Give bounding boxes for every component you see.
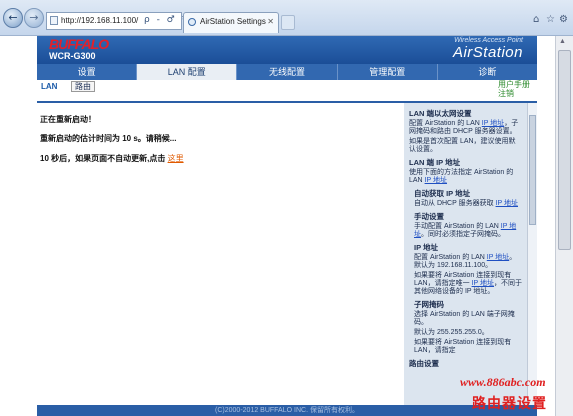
help-title: LAN 端以太网设置 — [409, 109, 472, 118]
close-tab-icon[interactable]: ✕ — [267, 13, 274, 31]
sub-navigation: LAN 路由 用户手册 注销 — [37, 80, 537, 102]
help-title: 子网掩码 — [414, 300, 444, 309]
help-text: 如果是首次配置 LAN，建议使用默认设置。 — [409, 138, 516, 153]
ip-address-link[interactable]: IP 地址 — [425, 177, 447, 184]
help-text: 配置 AirStation 的 LAN IP 地址，子网掩码和路由 DHCP 服… — [409, 120, 519, 135]
restart-estimate: 重新启动的估计时间为 10 s。请稍候... — [40, 134, 177, 143]
gear-icon[interactable]: ⚙ — [559, 14, 568, 25]
subnav-lan[interactable]: LAN — [41, 82, 57, 91]
help-text: 如果要将 AirStation 连接到现有 LAN，请指定唯一 IP 地址，不同… — [414, 272, 523, 295]
main-content: 正在重新启动！ 重新启动的估计时间为 10 s。请稍候... 10 秒后，如果页… — [37, 103, 403, 405]
menu-item-wireless[interactable]: 无线配置 — [237, 64, 338, 80]
help-text: 使用下面的方法指定 AirStation 的 LAN IP 地址 — [409, 169, 514, 184]
ip-address-link[interactable]: IP 地址 — [482, 120, 504, 127]
model-name: WCR-G300 — [49, 51, 96, 61]
help-title: 路由设置 — [409, 359, 439, 368]
address-text: http://192.168.11.100/ — [61, 16, 139, 25]
help-title: LAN 端 IP 地址 — [409, 158, 461, 167]
arrow-left-icon: ← — [8, 11, 18, 24]
home-icon[interactable]: ⌂ — [533, 14, 539, 25]
ip-address-link[interactable]: IP 地址 — [487, 254, 509, 261]
help-title: 自动获取 IP 地址 — [414, 189, 471, 198]
menu-item-setup[interactable]: 设置 — [37, 64, 138, 80]
copyright-footer: (C)2000-2012 BUFFALO INC. 保留所有权利。 — [37, 405, 537, 416]
page-icon — [50, 16, 58, 25]
router-header: BUFFALO WCR-G300 Wireless Access Point A… — [37, 36, 537, 64]
menu-item-lan[interactable]: LAN 配置 — [137, 64, 238, 80]
logout-link[interactable]: 注销 — [498, 89, 514, 98]
help-scrollbar[interactable] — [527, 103, 537, 405]
help-text: 自动从 DHCP 服务器获取 IP 地址 — [414, 200, 518, 207]
user-manual-link[interactable]: 用户手册 — [498, 80, 530, 89]
arrow-right-icon: → — [29, 11, 39, 24]
help-text: 默认为 255.255.255.0。 — [414, 329, 489, 336]
tab-title: AirStation Settings — [200, 17, 266, 26]
scroll-up-icon[interactable]: ▲ — [559, 38, 566, 45]
browser-toolbar: ← → http://192.168.11.100/ ρ - ♂ ↻ ✕ Air… — [0, 0, 573, 36]
forward-button[interactable]: → — [24, 8, 44, 28]
ip-address-link[interactable]: IP 地址 — [496, 200, 518, 207]
restart-status: 正在重新启动！ — [40, 115, 96, 124]
product-logo: AirStation — [452, 44, 523, 61]
refresh-message: 10 秒后，如果页面不自动更新,点击 这里 — [40, 153, 184, 164]
help-panel: LAN 端以太网设置 配置 AirStation 的 LAN IP 地址，子网掩… — [404, 103, 527, 405]
menu-item-admin[interactable]: 管理配置 — [337, 64, 438, 80]
page-scrollbar[interactable]: ▲ — [555, 36, 573, 416]
help-text: 如果要将 AirStation 连接到现有 LAN，请指定 — [414, 339, 512, 354]
favorites-star-icon[interactable]: ☆ — [546, 14, 555, 25]
watermark-url: www.886abc.com — [460, 375, 546, 389]
help-text: 配置 AirStation 的 LAN IP 地址。默认为 192.168.11… — [414, 254, 517, 269]
subnav-route[interactable]: 路由 — [71, 81, 95, 92]
watermark-text: 路由器设置 — [472, 395, 547, 411]
page-scroll-thumb[interactable] — [558, 50, 571, 250]
refresh-text: 10 秒后，如果页面不自动更新,点击 — [40, 154, 166, 163]
buffalo-logo: BUFFALO — [49, 36, 109, 52]
back-button[interactable]: ← — [3, 8, 23, 28]
tab-favicon-icon — [188, 18, 196, 26]
menu-item-diagnostic[interactable]: 诊断 — [437, 64, 538, 80]
help-title: IP 地址 — [414, 243, 439, 252]
main-menu: 设置 LAN 配置 无线配置 管理配置 诊断 — [37, 64, 538, 80]
help-text: 选择 AirStation 的 LAN 端子网掩码。 — [414, 311, 515, 326]
browser-tab[interactable]: AirStation Settings ✕ — [183, 12, 279, 33]
new-tab-button[interactable] — [281, 15, 295, 30]
here-link[interactable]: 这里 — [168, 154, 184, 163]
ip-address-link[interactable]: IP 地址 — [472, 280, 494, 287]
help-scroll-thumb[interactable] — [529, 115, 536, 225]
help-text: 手动配置 AirStation 的 LAN IP 地址。同时必须指定子网掩码。 — [414, 223, 517, 238]
tagline: Wireless Access Point — [454, 37, 523, 44]
help-title: 手动设置 — [414, 212, 444, 221]
